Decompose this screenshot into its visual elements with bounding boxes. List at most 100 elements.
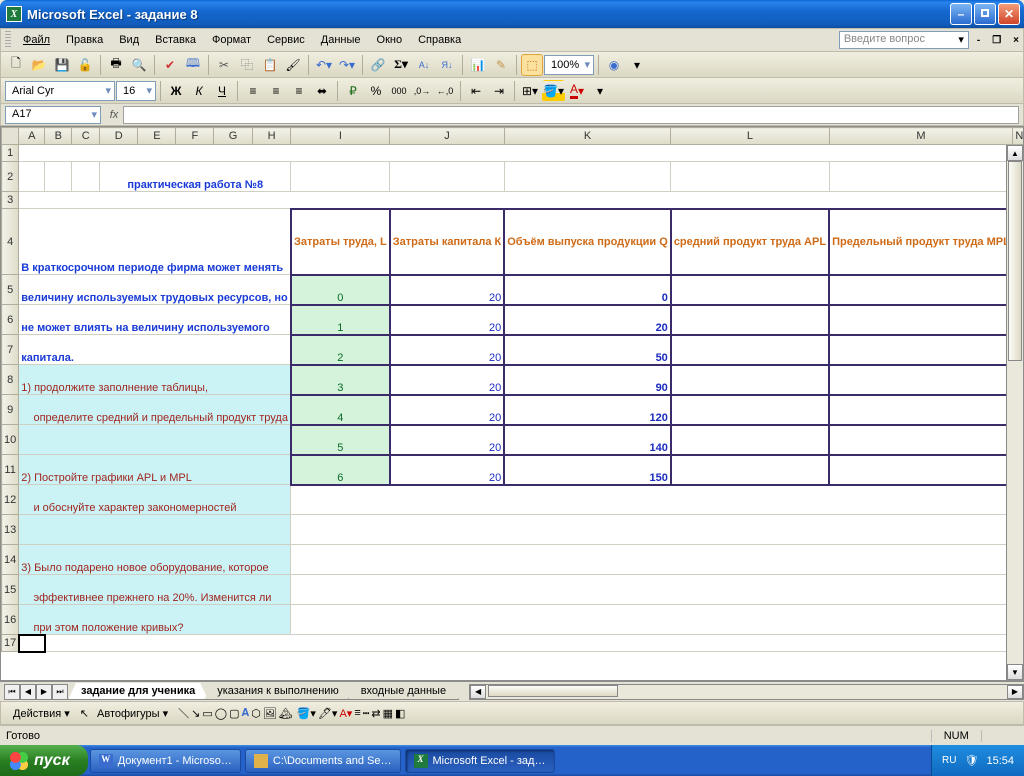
text-r6[interactable]: не может влиять на величину используемог… [19, 305, 291, 335]
cell-K6[interactable]: 20 [504, 305, 671, 335]
question-input[interactable]: Введите вопрос [839, 31, 969, 49]
font-color-draw[interactable]: А▾ [339, 707, 352, 720]
vertical-scrollbar[interactable]: ▲ ▼ [1006, 145, 1023, 680]
scroll-down-button[interactable]: ▼ [1007, 664, 1023, 680]
cell-L6[interactable] [671, 305, 829, 335]
show-toolbar-button[interactable]: ⬚ [521, 54, 543, 76]
row-3[interactable]: 3 [2, 192, 19, 209]
align-center-button[interactable]: ≡ [265, 80, 287, 102]
row-9[interactable]: 9 [2, 395, 19, 425]
row-4[interactable]: 4 [2, 209, 19, 275]
text-r12[interactable]: и обоснуйте характер закономерностей [19, 485, 291, 515]
col-G[interactable]: G [214, 128, 253, 145]
cell-I11[interactable]: 6 [291, 455, 390, 485]
start-button[interactable]: пуск [0, 745, 88, 776]
autosum-button[interactable]: Σ▾ [390, 54, 412, 76]
fill-color-button[interactable]: 🪣▾ [542, 80, 565, 102]
text-r15[interactable]: эффективнее прежнего на 20%. Изменится л… [19, 575, 291, 605]
open-button[interactable]: 📂 [28, 54, 50, 76]
cell-M9[interactable] [829, 395, 1013, 425]
spreadsheet[interactable]: A B C D E F G H I J K L M N 1 2 практиче… [1, 127, 1024, 652]
row-16[interactable]: 16 [2, 605, 19, 635]
merge-button[interactable]: ⬌ [311, 80, 333, 102]
menu-window[interactable]: Окно [369, 31, 411, 49]
col-E[interactable]: E [138, 128, 176, 145]
inc-indent-button[interactable]: ⇥ [488, 80, 510, 102]
text-r9[interactable]: определите средний и предельный продукт … [19, 395, 291, 425]
hdr-Q[interactable]: Объём выпуска продукции Q [504, 209, 671, 275]
dash-style-button[interactable]: ┅ [363, 707, 370, 720]
undo-button[interactable]: ↶▾ [313, 54, 335, 76]
cell-I5[interactable]: 0 [291, 275, 390, 305]
menu-format[interactable]: Формат [204, 31, 259, 49]
sort-desc-button[interactable]: Я↓ [436, 54, 458, 76]
diagram-button[interactable]: ⬡ [251, 707, 261, 720]
wordart-button[interactable]: 𝐀 [242, 707, 250, 720]
comma-button[interactable]: 000 [388, 80, 410, 102]
col-F[interactable]: F [176, 128, 214, 145]
maximize-button[interactable] [974, 3, 996, 25]
formula-input[interactable] [123, 106, 1019, 124]
col-D[interactable]: D [99, 128, 137, 145]
col-J[interactable]: J [390, 128, 504, 145]
col-M[interactable]: M [829, 128, 1013, 145]
hyperlink-button[interactable]: 🔗 [367, 54, 389, 76]
scroll-left-button[interactable]: ◀ [470, 685, 486, 699]
row-7[interactable]: 7 [2, 335, 19, 365]
cut-button[interactable]: ✂ [213, 54, 235, 76]
system-tray[interactable]: RU 🛡 15:54 [931, 745, 1024, 776]
cell-J8[interactable]: 20 [390, 365, 504, 395]
cell-M8[interactable] [829, 365, 1013, 395]
rectangle-button[interactable]: ▭ [202, 707, 212, 720]
cell-M11[interactable] [829, 455, 1013, 485]
cell-L10[interactable] [671, 425, 829, 455]
toolbar-options-2[interactable]: ▾ [589, 80, 611, 102]
scroll-right-button[interactable]: ▶ [1007, 685, 1023, 699]
menu-view[interactable]: Вид [111, 31, 147, 49]
borders-button[interactable]: ⊞▾ [519, 80, 541, 102]
row-6[interactable]: 6 [2, 305, 19, 335]
column-headers[interactable]: A B C D E F G H I J K L M N [2, 128, 1024, 145]
row-5[interactable]: 5 [2, 275, 19, 305]
col-C[interactable]: C [72, 128, 100, 145]
tab-last-button[interactable]: ⏭ [52, 684, 68, 700]
fx-button[interactable]: fx [105, 109, 123, 121]
row-1[interactable]: 1 [2, 145, 19, 162]
cell-K7[interactable]: 50 [504, 335, 671, 365]
col-A[interactable]: A [19, 128, 45, 145]
fontsize-combo[interactable]: 16 [116, 81, 156, 101]
bold-button[interactable]: Ж [165, 80, 187, 102]
text-r11[interactable]: 2) Постройте графики APL и MPL [19, 455, 291, 485]
tab-prev-button[interactable]: ◀ [20, 684, 36, 700]
text-r7[interactable]: капитала. [19, 335, 291, 365]
autoshapes-menu[interactable]: Автофигуры ▾ [91, 705, 174, 722]
cell-J10[interactable]: 20 [390, 425, 504, 455]
cell-J7[interactable]: 20 [390, 335, 504, 365]
cell-J6[interactable]: 20 [390, 305, 504, 335]
menu-help[interactable]: Справка [410, 31, 469, 49]
sheet-tab-3[interactable]: входные данные [348, 683, 459, 700]
oval-button[interactable]: ◯ [215, 707, 227, 720]
sheet-tab-2[interactable]: указания к выполнению [204, 683, 351, 700]
line-style-button[interactable]: ≡ [354, 707, 360, 719]
print-preview-button[interactable]: 🔍 [128, 54, 150, 76]
chart-button[interactable]: 📊 [467, 54, 489, 76]
text-r5[interactable]: величину используемых трудовых ресурсов,… [19, 275, 291, 305]
dec-decimal-button[interactable]: ←,0 [434, 80, 456, 102]
row-13[interactable]: 13 [2, 515, 19, 545]
menu-data[interactable]: Данные [313, 31, 369, 49]
arrow-button[interactable]: ↘ [191, 707, 200, 720]
minimize-button[interactable]: – [950, 3, 972, 25]
save-button[interactable]: 💾 [51, 54, 73, 76]
hscroll-thumb[interactable] [488, 685, 618, 697]
row-15[interactable]: 15 [2, 575, 19, 605]
tab-first-button[interactable]: ⏮ [4, 684, 20, 700]
align-right-button[interactable]: ≡ [288, 80, 310, 102]
row-12[interactable]: 12 [2, 485, 19, 515]
percent-button[interactable]: % [365, 80, 387, 102]
cell-I7[interactable]: 2 [291, 335, 390, 365]
menu-tools[interactable]: Сервис [259, 31, 313, 49]
tab-next-button[interactable]: ▶ [36, 684, 52, 700]
vscroll-thumb[interactable] [1008, 161, 1022, 361]
row-10[interactable]: 10 [2, 425, 19, 455]
